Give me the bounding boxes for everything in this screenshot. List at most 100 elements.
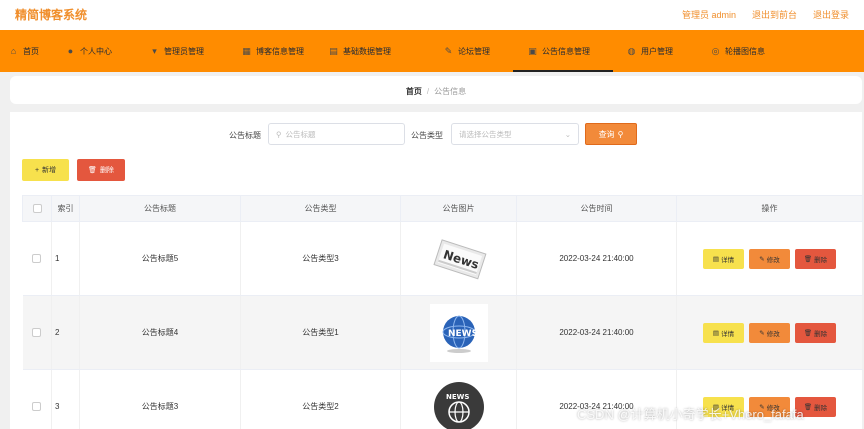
table-row: 2 公告标题4 公告类型1 NEWS 2022-03-24 21:40:00 ▤… xyxy=(22,295,863,370)
row-checkbox[interactable] xyxy=(32,254,42,264)
edit-button[interactable]: ✎ 修改 xyxy=(749,248,790,269)
trash-icon: 🗑 xyxy=(803,403,813,411)
nav-item-base-data[interactable]: ▤ 基础数据管理 xyxy=(329,30,391,72)
users-icon: ◍ xyxy=(627,45,636,56)
pencil-icon: ✎ xyxy=(759,255,765,263)
forum-icon: ✎ xyxy=(444,45,453,56)
content-panel: 公告标题 ⚲ 公告标题 公告类型 请选择公告类型 ⌄ 查询 ⚲ + 新增 🗑 删… xyxy=(10,112,863,429)
plus-icon: + xyxy=(34,166,40,174)
logout-link[interactable]: 退出登录 xyxy=(813,8,849,21)
table-row: 1 公告标题5 公告类型3 News 2022-03-24 21:40:00 ▤… xyxy=(22,221,863,296)
nav-item-label: 用户管理 xyxy=(641,46,673,56)
back-to-front-link[interactable]: 退出到前台 xyxy=(752,8,797,21)
select-all-checkbox[interactable] xyxy=(32,204,42,214)
row-image-cell: NEWS xyxy=(400,295,517,370)
app-title: 精简博客系统 xyxy=(15,8,88,22)
row-actions: ▤ 详情 ✎ 修改 🗑 删除 xyxy=(676,221,863,296)
title-search-label: 公告标题 xyxy=(229,131,261,140)
row-title: 公告标题5 xyxy=(79,221,241,296)
search-icon: ⚲ xyxy=(617,129,624,139)
row-time: 2022-03-24 21:40:00 xyxy=(516,221,677,296)
detail-button[interactable]: ▤ 详情 xyxy=(703,248,744,269)
nav-item-label: 首页 xyxy=(23,46,39,56)
delete-button[interactable]: 🗑 删除 xyxy=(795,322,836,343)
select-all-cell[interactable] xyxy=(22,195,52,222)
notice-icon: ▣ xyxy=(528,45,537,56)
detail-label: 详情 xyxy=(721,330,735,338)
title-search-placeholder: 公告标题 xyxy=(285,129,316,139)
detail-label: 详情 xyxy=(721,256,735,264)
row-select-cell xyxy=(22,369,52,429)
main-nav: ⌂ 首页 ● 个人中心 ▾ 管理员管理 ▦ 博客信息管理 ▤ 基础数据管理 ✎ … xyxy=(0,30,864,72)
row-checkbox[interactable] xyxy=(32,402,42,412)
admin-icon: ▾ xyxy=(152,45,157,56)
nav-item-label: 管理员管理 xyxy=(164,46,204,56)
svg-text:NEWS: NEWS xyxy=(446,393,469,401)
detail-button[interactable]: ▤ 详情 xyxy=(703,322,744,343)
grid-icon: ▦ xyxy=(242,45,251,56)
nav-item-users[interactable]: ◍ 用户管理 xyxy=(627,30,673,72)
nav-item-label: 公告信息管理 xyxy=(542,46,590,56)
breadcrumb-current: 公告信息 xyxy=(434,87,467,96)
nav-item-blog[interactable]: ▦ 博客信息管理 xyxy=(242,30,304,72)
col-index: 索引 xyxy=(51,195,80,222)
query-button[interactable]: 查询 ⚲ xyxy=(585,123,637,145)
row-actions: ▤ 详情 ✎ 修改 🗑 删除 xyxy=(676,295,863,370)
add-button-label: 新增 xyxy=(42,167,57,174)
row-checkbox[interactable] xyxy=(32,328,42,338)
news-globe-circle-image[interactable]: NEWS xyxy=(433,381,485,429)
nav-item-label: 基础数据管理 xyxy=(343,46,391,56)
batch-delete-label: 删除 xyxy=(99,167,114,174)
row-type: 公告类型2 xyxy=(240,369,401,429)
delete-label: 删除 xyxy=(814,256,828,264)
trash-icon: 🗑 xyxy=(803,255,813,263)
delete-button[interactable]: 🗑 删除 xyxy=(795,248,836,269)
data-icon: ▤ xyxy=(329,45,338,56)
trash-icon: 🗑 xyxy=(803,329,813,337)
col-title: 公告标题 xyxy=(79,195,241,222)
breadcrumb-home[interactable]: 首页 xyxy=(406,87,422,96)
row-type: 公告类型1 xyxy=(240,295,401,370)
batch-delete-button[interactable]: 🗑 删除 xyxy=(77,159,125,181)
top-links: 管理员 admin 退出到前台 退出登录 xyxy=(682,8,849,21)
breadcrumb-separator: / xyxy=(426,87,430,96)
type-select-placeholder: 请选择公告类型 xyxy=(459,129,512,139)
delete-label: 删除 xyxy=(814,330,828,338)
search-icon: ⚲ xyxy=(276,129,282,139)
admin-label[interactable]: 管理员 admin xyxy=(682,8,736,21)
nav-item-carousel[interactable]: ◎ 轮播图信息 xyxy=(711,30,765,72)
type-select[interactable]: 请选择公告类型 ⌄ xyxy=(451,123,579,145)
query-button-label: 查询 xyxy=(598,129,615,139)
type-search-label: 公告类型 xyxy=(411,131,443,140)
nav-item-label: 博客信息管理 xyxy=(256,46,304,56)
edit-label: 修改 xyxy=(766,256,780,264)
carousel-icon: ◎ xyxy=(711,45,720,56)
row-select-cell xyxy=(22,295,52,370)
nav-item-notice[interactable]: ▣ 公告信息管理 xyxy=(513,30,613,72)
search-bar: 公告标题 ⚲ 公告标题 公告类型 请选择公告类型 ⌄ 查询 ⚲ xyxy=(10,123,862,145)
nav-item-forum[interactable]: ✎ 论坛管理 xyxy=(444,30,490,72)
delete-label: 删除 xyxy=(814,404,828,412)
globe-news-image[interactable]: NEWS xyxy=(429,303,488,362)
row-index: 1 xyxy=(51,221,80,296)
notice-table: 索引 公告标题 公告类型 公告图片 公告时间 操作 1 公告标题5 公告类型3 xyxy=(22,195,863,429)
nav-item-admin[interactable]: ▾ 管理员管理 xyxy=(150,30,204,72)
row-select-cell xyxy=(22,221,52,296)
add-button[interactable]: + 新增 xyxy=(22,159,69,181)
edit-button[interactable]: ✎ 修改 xyxy=(749,322,790,343)
col-actions: 操作 xyxy=(676,195,863,222)
breadcrumb: 首页 / 公告信息 xyxy=(10,86,862,97)
col-time: 公告时间 xyxy=(516,195,677,222)
row-title: 公告标题3 xyxy=(79,369,241,429)
nav-item-profile[interactable]: ● 个人中心 xyxy=(66,30,112,72)
nav-item-label: 个人中心 xyxy=(80,46,112,56)
table-header: 索引 公告标题 公告类型 公告图片 公告时间 操作 xyxy=(22,195,863,222)
breadcrumb-card: 首页 / 公告信息 xyxy=(10,76,862,104)
chevron-down-icon: ⌄ xyxy=(564,129,571,139)
title-search-input[interactable]: ⚲ 公告标题 xyxy=(268,123,405,145)
nav-item-home[interactable]: ⌂ 首页 xyxy=(9,30,39,72)
row-index: 2 xyxy=(51,295,80,370)
row-image-cell: News xyxy=(400,221,517,296)
news-paper-image[interactable]: News xyxy=(431,234,487,284)
trash-icon: 🗑 xyxy=(88,167,97,174)
